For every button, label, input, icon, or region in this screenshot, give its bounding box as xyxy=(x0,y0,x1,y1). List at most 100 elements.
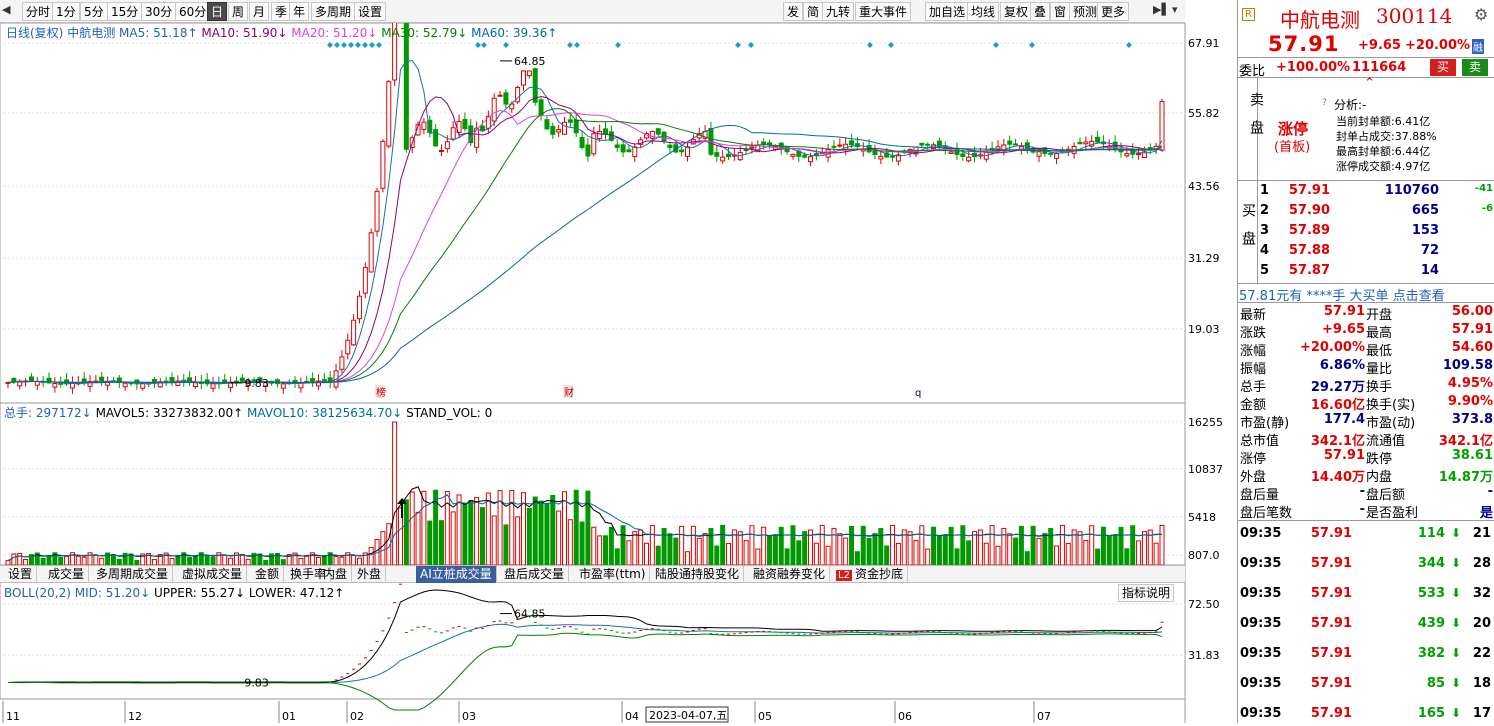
volume-bar xyxy=(1007,533,1013,566)
indicator-tab-3[interactable]: 虚拟成交量 xyxy=(178,566,248,583)
volume-bar xyxy=(526,507,532,566)
indicator-tab-11[interactable]: 陆股通持股变化 xyxy=(651,566,745,583)
boll-lower: LOWER: 47.12↑ xyxy=(248,586,345,600)
period-tab-0[interactable]: 分时 xyxy=(22,2,55,21)
volume-bar xyxy=(849,525,855,566)
candle-body xyxy=(99,376,105,382)
bid-row[interactable]: 1 57.91 110760 -41 xyxy=(1238,183,1494,201)
volume-bar xyxy=(46,554,52,566)
stat-label: 最低 xyxy=(1366,344,1393,359)
period-tab-8[interactable]: 月 xyxy=(249,2,270,21)
toolbar-right-3[interactable]: 重大事件 xyxy=(855,2,912,21)
stat-label: 涨幅 xyxy=(1240,344,1267,359)
bid-level: 3 xyxy=(1260,223,1270,238)
indicator-tab-10[interactable]: 市盈率(ttm) xyxy=(575,566,651,583)
indicator-tab-13[interactable]: L2 资金抄底 xyxy=(832,566,908,583)
volume-bar xyxy=(767,535,773,566)
volume-bar xyxy=(1118,526,1124,566)
tick-count: 28 xyxy=(1472,556,1491,571)
toolbar-right-2[interactable]: 九转 xyxy=(822,2,855,21)
indicator-tab-8[interactable]: AI立桩成交量 xyxy=(416,566,497,583)
volume-bar xyxy=(632,531,638,566)
period-tab-11[interactable]: 多周期 xyxy=(311,2,356,21)
bid-row[interactable]: 5 57.87 14 xyxy=(1238,263,1494,281)
settings-gear-icon[interactable]: ⚙ xyxy=(1474,5,1488,24)
bid-row[interactable]: 4 57.88 72 xyxy=(1238,243,1494,261)
period-tab-6[interactable]: 日 xyxy=(207,2,228,21)
sell-button[interactable]: 卖 xyxy=(1462,59,1488,76)
toolbar-right-10[interactable]: 更多 xyxy=(1097,2,1130,21)
indicator-tab-2[interactable]: 多周期成交量 xyxy=(92,566,174,583)
indicator-tab-1[interactable]: 成交量 xyxy=(44,566,90,583)
event-diamond xyxy=(362,42,368,48)
volume-bar xyxy=(1048,528,1054,566)
toolbar-right-0[interactable]: 发 xyxy=(783,2,804,21)
stat-label: 振幅 xyxy=(1240,362,1267,377)
period-tab-4[interactable]: 30分 xyxy=(141,2,177,21)
event-mark-label: 财 xyxy=(564,386,574,399)
expand-right-icon[interactable]: ▶▌ xyxy=(1153,3,1170,16)
tick-count: 22 xyxy=(1472,646,1491,661)
back-arrow-icon[interactable]: ◀ xyxy=(2,3,10,16)
indicator-tab-4[interactable]: 金额 xyxy=(251,566,285,583)
volume-bar xyxy=(222,555,228,566)
toolbar-right-5[interactable]: 均线 xyxy=(967,2,1000,21)
stat-value: 14.87万 xyxy=(1438,470,1493,485)
time-axis-label: 06 xyxy=(898,710,912,723)
collapse-up-icon[interactable]: ⌃ xyxy=(1364,76,1375,91)
down-arrow-icon: ⬇ xyxy=(1450,526,1461,540)
buy-button[interactable]: 买 xyxy=(1430,59,1456,76)
indicator-tab-7[interactable]: 外盘 xyxy=(353,566,387,583)
candle-body xyxy=(802,154,808,158)
toolbar-right-7[interactable]: 叠 xyxy=(1030,2,1051,21)
bid-row[interactable]: 3 57.89 153 xyxy=(1238,223,1494,241)
ma30-line xyxy=(7,108,1163,384)
toolbar-right-8[interactable]: 窗 xyxy=(1050,2,1071,21)
bid-row[interactable]: 2 57.90 665 -6 xyxy=(1238,203,1494,221)
candle-body xyxy=(556,129,562,133)
candle-body xyxy=(210,383,216,389)
toolbar-right-6[interactable]: 复权 xyxy=(1000,2,1033,21)
candle-body xyxy=(11,377,17,383)
candle-body xyxy=(585,144,591,157)
period-tab-3[interactable]: 15分 xyxy=(107,2,143,21)
period-tab-2[interactable]: 5分 xyxy=(80,2,108,21)
volume-bar xyxy=(995,545,1001,566)
volume-bar xyxy=(644,542,650,566)
stat-row: 盘后量 - 盘后额 - xyxy=(1238,484,1494,503)
toolbar-right-4[interactable]: 加自选 xyxy=(925,2,970,21)
sell-side-text: 卖盘 xyxy=(1248,92,1264,148)
dropdown-icon[interactable]: ▾ xyxy=(1172,3,1178,16)
tick-price: 57.91 xyxy=(1310,616,1352,631)
toolbar-right-1[interactable]: 简 xyxy=(803,2,824,21)
candle-body xyxy=(685,146,691,157)
boll-lower-line xyxy=(7,632,1163,711)
indicator-help-button[interactable]: 指标说明 xyxy=(1118,584,1175,602)
vol-mavol5: MAVOL5: 33273832.00↑ xyxy=(95,406,244,420)
period-tab-1[interactable]: 1分 xyxy=(52,2,80,21)
indicator-tab-0[interactable]: 设置 xyxy=(4,566,38,583)
analysis-help-icon[interactable]: ? xyxy=(1322,98,1327,108)
tick-price: 57.91 xyxy=(1310,706,1352,721)
time-axis-label: 07 xyxy=(1037,710,1051,723)
volume-bar xyxy=(854,551,860,566)
indicator-tab-12[interactable]: 融资融券变化 xyxy=(749,566,831,583)
volume-bar xyxy=(895,542,901,566)
indicator-tab-6[interactable]: 内盘 xyxy=(319,566,353,583)
period-tab-5[interactable]: 60分 xyxy=(175,2,211,21)
bid-level: 1 xyxy=(1260,183,1270,198)
kline-chart[interactable]: 67.91 55.82 43.56 31.29 19.03 16255 10837 5418 8… xyxy=(0,23,1237,723)
candle-body xyxy=(749,146,755,149)
indicator-tab-9[interactable]: 盘后成交量 xyxy=(500,566,570,583)
period-tab-10[interactable]: 年 xyxy=(289,2,310,21)
period-tab-7[interactable]: 周 xyxy=(228,2,249,21)
big-order-notice[interactable]: 57.81元有 ****手 大买单 点击查看 xyxy=(1239,285,1445,302)
candle-body xyxy=(790,153,796,157)
volume-bar xyxy=(843,537,849,566)
volume-bar xyxy=(561,491,567,566)
period-tab-9[interactable]: 季 xyxy=(271,2,292,21)
volume-bar xyxy=(409,491,415,566)
period-tab-12[interactable]: 设置 xyxy=(354,2,387,21)
volume-bar xyxy=(1083,540,1089,566)
ma10-value: MA10: 51.90↓ xyxy=(201,26,288,40)
